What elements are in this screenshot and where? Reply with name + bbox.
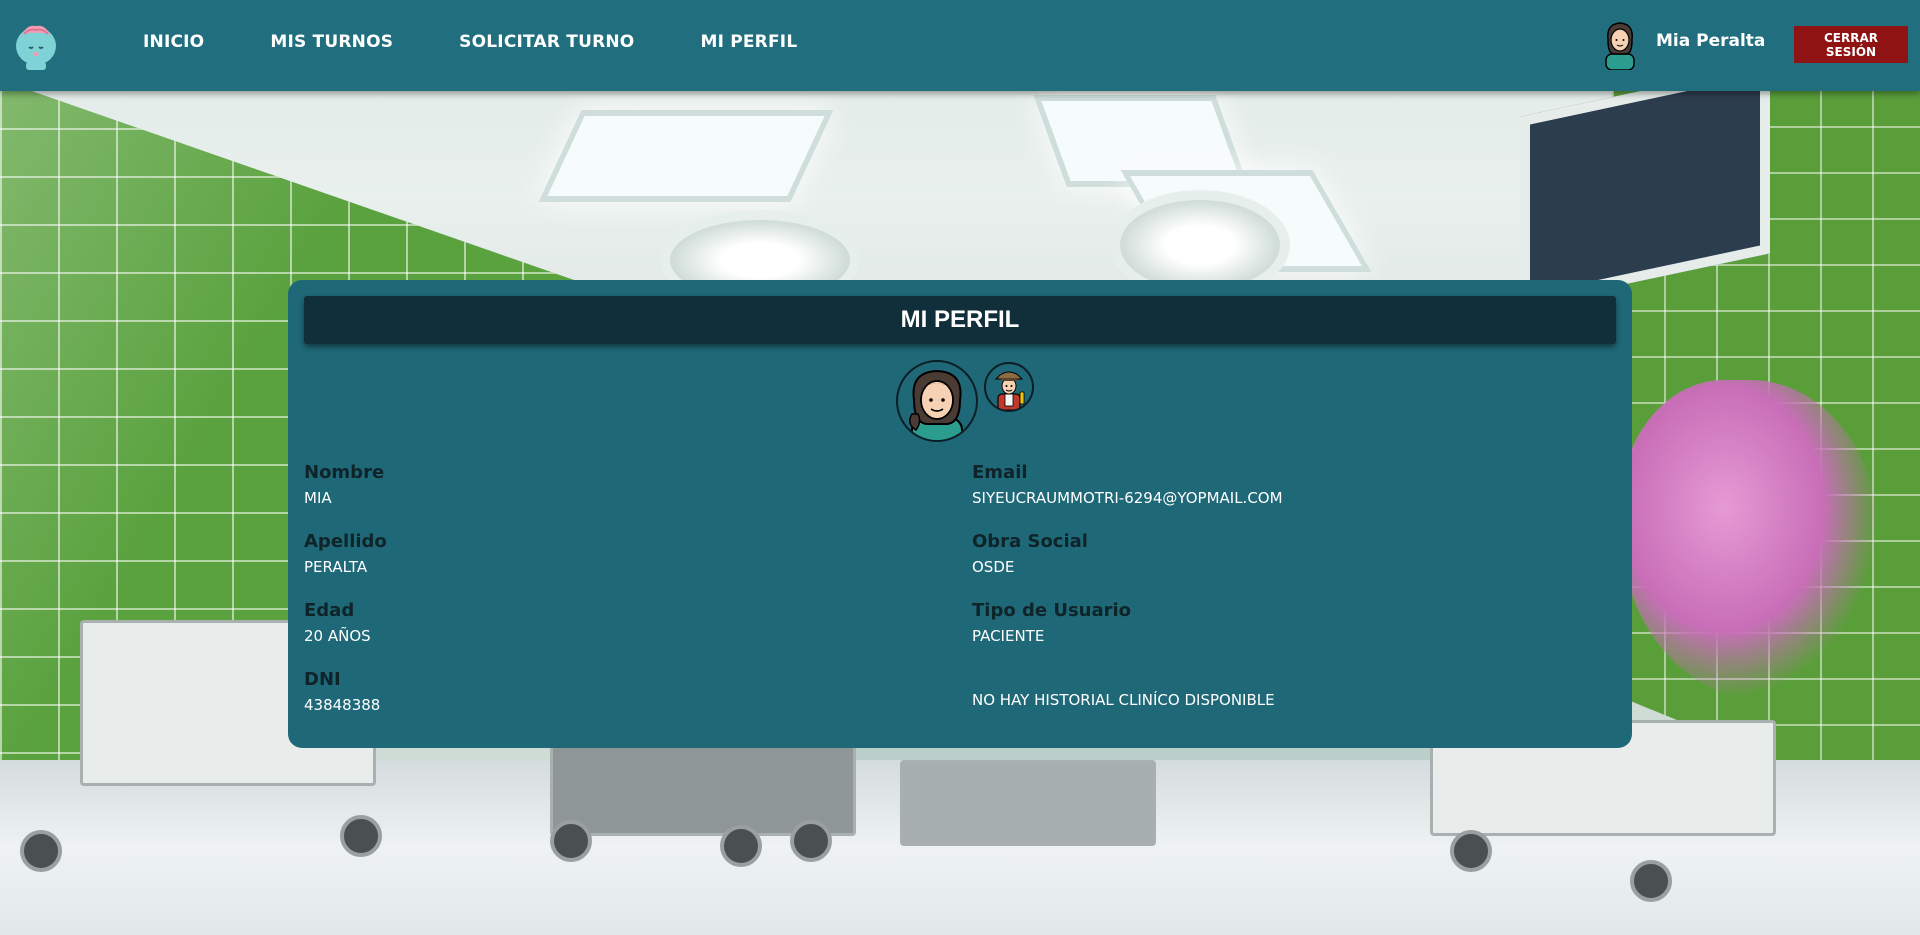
field-edad: Edad 20 AÑOS bbox=[304, 600, 371, 645]
field-historial-clinico: NO HAY HISTORIAL CLINÍCO DISPONIBLE bbox=[972, 691, 1275, 709]
nav-link-solicitar-turno[interactable]: SOLICITAR TURNO bbox=[459, 32, 634, 52]
field-nombre: Nombre MIA bbox=[304, 462, 384, 507]
top-navbar: INICIO MIS TURNOS SOLICITAR TURNO MI PER… bbox=[0, 0, 1920, 91]
field-label-apellido: Apellido bbox=[304, 531, 387, 552]
page-title: MI PERFIL bbox=[900, 306, 1020, 333]
logout-button[interactable]: CERRAR SESIÓN bbox=[1794, 26, 1908, 63]
field-label-email: Email bbox=[972, 462, 1028, 483]
woman-avatar-icon bbox=[909, 369, 963, 440]
field-value-tipo-usuario: PACIENTE bbox=[972, 627, 1045, 645]
explorer-avatar-icon bbox=[994, 371, 1025, 410]
field-label-dni: DNI bbox=[304, 669, 341, 690]
profile-photo-main[interactable] bbox=[896, 360, 978, 442]
nav-link-inicio[interactable]: INICIO bbox=[143, 32, 204, 52]
nav-links: INICIO MIS TURNOS SOLICITAR TURNO MI PER… bbox=[143, 32, 863, 52]
field-tipo-usuario: Tipo de Usuario PACIENTE bbox=[972, 600, 1131, 645]
user-name: Mia Peralta bbox=[1656, 31, 1766, 51]
field-value-obra-social: OSDE bbox=[972, 558, 1015, 576]
field-value-apellido: PERALTA bbox=[304, 558, 368, 576]
field-dni: DNI 43848388 bbox=[304, 669, 380, 714]
woman-avatar-icon[interactable] bbox=[1598, 18, 1642, 70]
field-value-nombre: MIA bbox=[304, 489, 332, 507]
field-apellido: Apellido PERALTA bbox=[304, 531, 387, 576]
field-obra-social: Obra Social OSDE bbox=[972, 531, 1088, 576]
card-header: MI PERFIL bbox=[304, 296, 1616, 344]
profile-card: MI PERFIL Nombre MIA Apellido PERALTA Ed… bbox=[288, 280, 1632, 748]
field-label-nombre: Nombre bbox=[304, 462, 385, 483]
nav-link-mis-turnos[interactable]: MIS TURNOS bbox=[270, 32, 393, 52]
profile-photo-secondary[interactable] bbox=[984, 362, 1034, 412]
field-value-edad: 20 AÑOS bbox=[304, 627, 371, 645]
historial-clinico-message: NO HAY HISTORIAL CLINÍCO DISPONIBLE bbox=[972, 691, 1275, 709]
field-email: Email SIYEUCRAUMMOTRI-6294@YOPMAIL.COM bbox=[972, 462, 1283, 507]
field-value-dni: 43848388 bbox=[304, 696, 381, 714]
field-value-email: SIYEUCRAUMMOTRI-6294@YOPMAIL.COM bbox=[972, 489, 1283, 507]
field-label-obra-social: Obra Social bbox=[972, 531, 1088, 552]
field-label-tipo-usuario: Tipo de Usuario bbox=[972, 600, 1132, 621]
brain-mascot-icon[interactable] bbox=[12, 18, 60, 72]
field-label-edad: Edad bbox=[304, 600, 355, 621]
nav-link-mi-perfil[interactable]: MI PERFIL bbox=[700, 32, 797, 52]
